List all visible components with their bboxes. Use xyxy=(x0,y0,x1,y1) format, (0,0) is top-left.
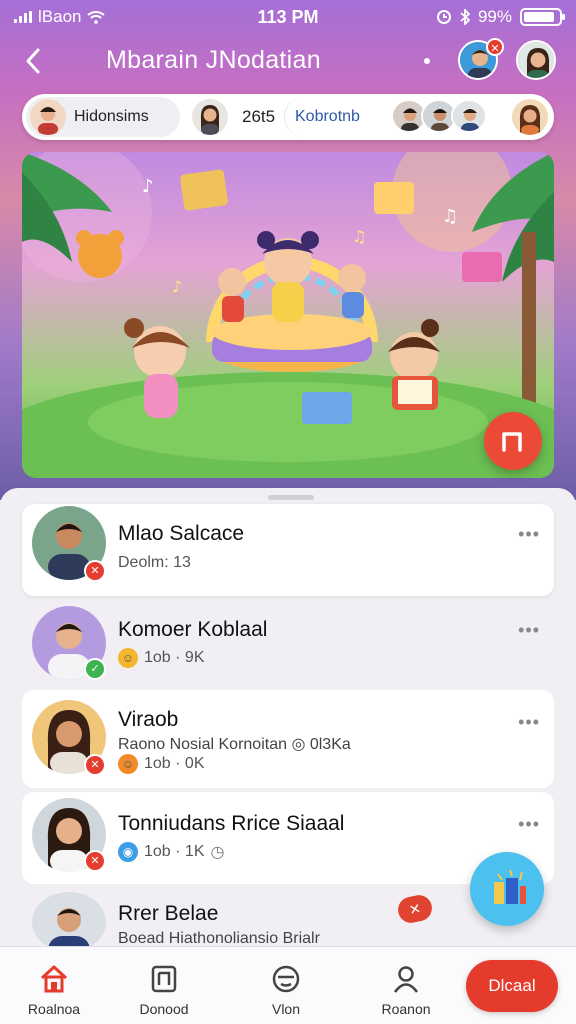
tab-label: Vlon xyxy=(271,1001,301,1017)
primary-action-button[interactable]: Dlcaal xyxy=(466,960,558,1012)
more-options-button[interactable]: ••• xyxy=(518,814,540,835)
emoji-icon: ☺ xyxy=(118,754,138,774)
emoji-icon: ☺ xyxy=(118,648,138,668)
face-icon xyxy=(272,965,300,993)
clock: 113 PM xyxy=(257,6,319,27)
chip-count[interactable]: 26t5 xyxy=(192,97,275,137)
status-badge: ✕ xyxy=(84,850,106,872)
svg-text:♪: ♪ xyxy=(142,176,154,197)
book-icon xyxy=(151,965,177,993)
notification-badge: ✕ xyxy=(486,38,504,56)
bookshelf-icon xyxy=(494,869,526,904)
sheet-drag-handle[interactable] xyxy=(268,495,314,500)
tab-home[interactable]: Roalnoa xyxy=(4,947,104,1024)
contact-meta: 1ob · 0K xyxy=(144,755,205,772)
battery-icon xyxy=(520,8,565,26)
tab-label: Roanon xyxy=(381,1001,431,1017)
cartoon-scene-image: ♪ ♫ ♪ ♫ xyxy=(22,152,554,478)
svg-text:♫: ♫ xyxy=(442,206,458,227)
chip-avatar xyxy=(451,99,487,133)
bluetooth-icon xyxy=(460,9,470,25)
contact-meta: 1ob · 9K xyxy=(144,649,205,666)
tab-label: Donood xyxy=(139,1001,189,1017)
top-nav: Mbarain JNodatian ✕ xyxy=(0,38,576,86)
contact-name: Mlao Salcace xyxy=(118,522,245,545)
hero-illustration: ♪ ♫ ♪ ♫ xyxy=(22,152,554,478)
chip-value: 26t5 xyxy=(242,107,276,126)
home-icon xyxy=(40,965,68,993)
contact-subtitle: Raono Nosial Kornoitan ◎ 0l3Ka xyxy=(118,736,351,753)
alarm-icon xyxy=(436,10,451,24)
contact-meta: Deolm: 13 xyxy=(118,554,191,571)
battery-percent: 99% xyxy=(477,7,512,26)
more-options-button[interactable]: ••• xyxy=(518,620,540,641)
person-icon xyxy=(393,966,419,993)
svg-text:♪: ♪ xyxy=(172,277,182,296)
more-options-button[interactable]: ••• xyxy=(518,712,540,733)
floating-action-button[interactable] xyxy=(470,852,544,926)
status-badge: ✕ xyxy=(84,560,106,582)
status-badge: ✓ xyxy=(84,658,106,680)
contact-meta-line: ◉ 1ob · 1K ◷ xyxy=(118,842,224,862)
tab-library[interactable]: Donood xyxy=(114,947,214,1024)
chip-kobrotnb[interactable]: Kobrotnb xyxy=(284,97,552,137)
tab-view[interactable]: Vlon xyxy=(236,947,336,1024)
signal-icon xyxy=(14,11,32,23)
tab-label: Roalnoa xyxy=(27,1001,81,1017)
chip-avatar xyxy=(512,99,548,135)
page-title: Mbarain JNodatian xyxy=(106,46,321,74)
music-button[interactable] xyxy=(484,412,542,470)
chip-hidonsims[interactable]: Hidonsims xyxy=(26,97,180,137)
more-options-button[interactable]: ••• xyxy=(518,524,540,545)
status-bar: lBaon 113 PM 99% xyxy=(0,0,576,34)
contact-avatar xyxy=(32,892,106,952)
contact-name: Tonniudans Rrice Siaaal xyxy=(118,812,345,835)
header-avatar-2[interactable] xyxy=(516,40,556,80)
contact-meta-line: ☺ 1ob · 9K xyxy=(118,648,204,668)
status-badge: ✕ xyxy=(84,754,106,776)
contact-row[interactable]: ✕ Viraob Raono Nosial Kornoitan ◎ 0l3Ka … xyxy=(22,690,554,788)
chip-label: Hidonsims xyxy=(74,108,149,125)
back-button[interactable] xyxy=(20,46,52,78)
chip-avatar-stack xyxy=(391,99,487,133)
contact-row[interactable]: ✕ Mlao Salcace Deolm: 13 ••• xyxy=(22,504,554,596)
contact-name: Viraob xyxy=(118,708,179,731)
carrier-label: lBaon xyxy=(38,7,82,26)
contact-meta-line: ☺ 1ob · 0K xyxy=(118,754,204,774)
chip-avatar xyxy=(30,99,66,135)
contact-name: Rrer Belae xyxy=(118,902,219,925)
contact-row[interactable]: ✓ Komoer Koblaal ☺ 1ob · 9K ••• xyxy=(22,600,554,686)
chip-label: Kobrotnb xyxy=(295,108,360,125)
nav-dot-indicator xyxy=(424,58,430,64)
music-note-icon xyxy=(502,432,522,452)
clock-icon: ◷ xyxy=(210,844,225,861)
tab-profile[interactable]: Roanon xyxy=(356,947,456,1024)
emoji-icon: ◉ xyxy=(118,842,138,862)
contact-meta: 1ob · 1K xyxy=(144,843,205,860)
contact-name: Komoer Koblaal xyxy=(118,618,268,641)
chip-avatar xyxy=(192,99,228,135)
svg-text:♫: ♫ xyxy=(352,227,366,246)
wifi-icon xyxy=(87,11,106,24)
chevron-left-icon xyxy=(26,48,40,74)
filter-chips-bar: Hidonsims 26t5 Kobrotnb xyxy=(22,94,554,140)
